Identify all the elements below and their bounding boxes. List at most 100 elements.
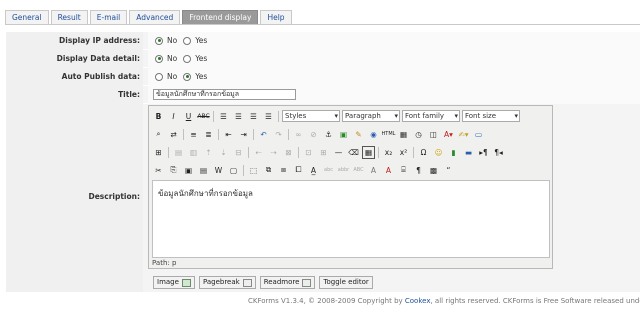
align-center-icon[interactable]: ☰ [232,110,245,123]
special-char-icon[interactable]: Ω [417,146,430,159]
highlight-color-icon[interactable]: ✍▾ [457,128,470,141]
col-after-icon[interactable]: ⇢ [267,146,280,159]
title-input[interactable]: ข้อมูลนักศึกษาที่กรอกข้อมูล [153,89,296,100]
paste-text-icon[interactable]: ▤ [197,164,210,177]
superscript-icon[interactable]: x² [397,146,410,159]
tab-email[interactable]: E-mail [89,10,128,24]
cleanup-icon[interactable]: ✎ [352,128,365,141]
col-before-icon[interactable]: ⇠ [252,146,265,159]
detail-no-radio[interactable] [155,54,163,63]
auto-no-label: No [167,72,178,81]
replace-icon[interactable]: ⇄ [167,128,180,141]
row-before-icon[interactable]: ⇡ [202,146,215,159]
paragraph-select[interactable]: Paragraph [342,110,400,122]
indent-icon[interactable]: ⇥ [237,128,250,141]
align-left-icon[interactable]: ☰ [217,110,230,123]
absolute-icon[interactable]: ⧠ [292,164,305,177]
underline-icon[interactable]: U [182,110,195,123]
tab-general[interactable]: General [5,10,49,24]
layer-icon[interactable]: ⬚ [247,164,260,177]
row-auto: Auto Publish data: No Yes [6,68,640,86]
row-after-icon[interactable]: ⇣ [217,146,230,159]
redo-icon[interactable]: ↷ [272,128,285,141]
insert-time-icon[interactable]: ◷ [412,128,425,141]
horizontal-rule-icon[interactable]: — [332,146,345,159]
ip-yes-radio[interactable] [183,36,192,45]
abbr-icon[interactable]: abbr [337,164,350,177]
toggle-editor-button[interactable]: Toggle editor [319,276,373,289]
copy-icon[interactable]: ⎘ [167,164,180,177]
tab-advanced[interactable]: Advanced [129,10,181,24]
editor-content-area[interactable]: ข้อมูลนักศึกษาที่กรอกข้อมูล [152,180,550,258]
fullscreen-icon[interactable]: ▭ [472,128,485,141]
tab-frontend-display[interactable]: Frontend display [182,10,259,24]
styles-select[interactable]: Styles [282,110,340,122]
cut-icon[interactable]: ✂ [152,164,165,177]
pagebreak-button[interactable]: Pagebreak [198,276,256,289]
align-right-icon[interactable]: ☰ [247,110,260,123]
insert-text-icon[interactable]: A [382,164,395,177]
unlink-icon[interactable]: ⊘ [307,128,320,141]
style-props-icon[interactable]: A̲ [307,164,320,177]
auto-no-radio[interactable] [155,72,163,81]
attributes-icon[interactable]: ⌸ [397,164,410,177]
insert-image-icon[interactable]: ▣ [337,128,350,141]
table-icon[interactable]: ⊞ [152,146,165,159]
outdent-icon[interactable]: ⇤ [222,128,235,141]
bold-icon[interactable]: B [152,110,165,123]
nonbreaking-icon[interactable]: ▬ [462,146,475,159]
tab-result[interactable]: Result [50,10,88,24]
link-icon[interactable]: ∞ [292,128,305,141]
move-forward-icon[interactable]: ⧉ [262,164,275,177]
italic-icon[interactable]: I [167,110,180,123]
media-icon[interactable]: ▮ [447,146,460,159]
font-family-select[interactable]: Font family [402,110,460,122]
rtl-icon[interactable]: ¶◂ [492,146,505,159]
ltr-icon[interactable]: ▸¶ [477,146,490,159]
visual-chars-icon[interactable]: ¶ [412,164,425,177]
merge-cells-icon[interactable]: ⊞ [317,146,330,159]
align-justify-icon[interactable]: ☰ [262,110,275,123]
delete-row-icon[interactable]: ⊟ [232,146,245,159]
title-label: Title: [6,86,143,104]
paste-word-icon[interactable]: W [212,164,225,177]
readmore-button[interactable]: Readmore [259,276,316,289]
cell-props-icon[interactable]: ▥ [187,146,200,159]
tab-help[interactable]: Help [260,10,292,24]
auto-yes-radio[interactable] [183,72,192,81]
toolbar-row-2: ⌕ ⇄ ≡ ≣ ⇤ ⇥ ↶ ↷ ∞ ⊘ ⚓ ▣ ✎ ◉ HTML ▦ ◷ ◫ A… [152,127,485,141]
footer-cookex-link[interactable]: Cookex [405,297,431,305]
html-source-icon[interactable]: HTML [382,128,396,141]
font-size-select[interactable]: Font size [462,110,520,122]
anchor-icon[interactable]: ⚓ [322,128,335,141]
insert-date-icon[interactable]: ▦ [397,128,410,141]
delete-text-icon[interactable]: A [367,164,380,177]
emoticon-icon[interactable]: ☺ [432,146,445,159]
strikethrough-icon[interactable]: ABC [197,110,210,123]
split-cells-icon[interactable]: ⊡ [302,146,315,159]
cite-icon[interactable]: abc [322,164,335,177]
preview-icon[interactable]: ◫ [427,128,440,141]
subscript-icon[interactable]: x₂ [382,146,395,159]
row-detail: Display Data detail: No Yes [6,50,640,68]
find-icon[interactable]: ⌕ [152,128,165,141]
template-icon[interactable]: ▩ [427,164,440,177]
text-color-icon[interactable]: A▾ [442,128,455,141]
move-backward-icon[interactable]: ⧈ [277,164,290,177]
row-props-icon[interactable]: ▤ [172,146,185,159]
help-icon[interactable]: ◉ [367,128,380,141]
blockquote-icon[interactable]: “ [442,164,455,177]
delete-col-icon[interactable]: ⊠ [282,146,295,159]
select-all-icon[interactable]: ▢ [227,164,240,177]
acronym-icon[interactable]: ABC [352,164,365,177]
numbered-list-icon[interactable]: ≣ [202,128,215,141]
paste-icon[interactable]: ▣ [182,164,195,177]
undo-icon[interactable]: ↶ [257,128,270,141]
ip-no-radio[interactable] [155,36,163,45]
remove-format-icon[interactable]: ⌫ [347,146,360,159]
detail-yes-radio[interactable] [183,54,192,63]
image-button[interactable]: Image [153,276,195,289]
bullet-list-icon[interactable]: ≡ [187,128,200,141]
editor-extra-buttons: Image Pagebreak Readmore Toggle editor [153,276,373,289]
visual-aid-icon[interactable]: ▦ [362,145,375,159]
